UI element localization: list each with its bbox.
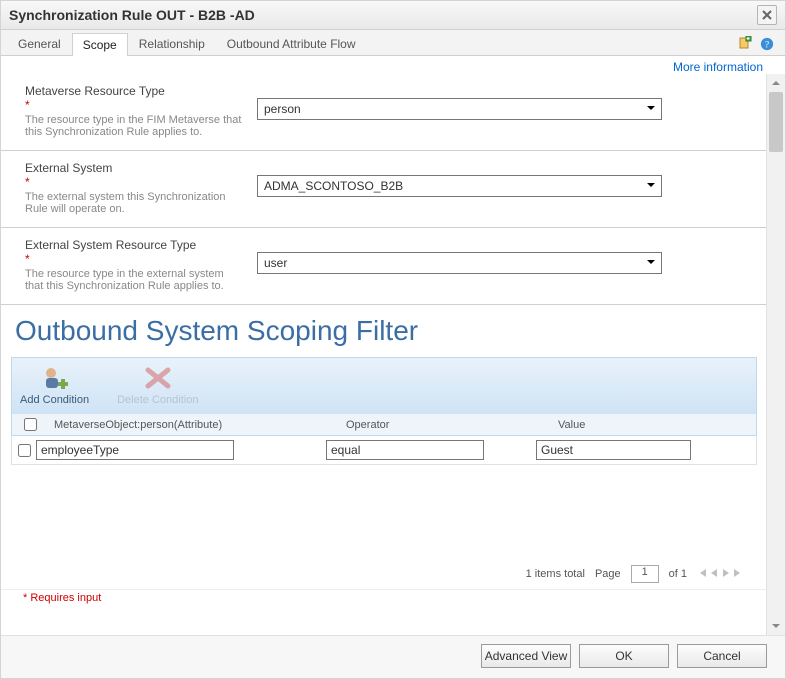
field-label: External System bbox=[25, 161, 245, 175]
required-marker: * bbox=[25, 175, 245, 189]
delete-condition-label: Delete Condition bbox=[117, 394, 198, 406]
column-value: Value bbox=[552, 415, 744, 435]
row-checkbox[interactable] bbox=[18, 444, 31, 457]
condition-header-row: MetaverseObject:person(Attribute) Operat… bbox=[11, 414, 757, 436]
tab-outbound-attribute-flow[interactable]: Outbound Attribute Flow bbox=[216, 32, 367, 55]
operator-select[interactable]: equal bbox=[326, 440, 484, 460]
field-description: The resource type in the external system… bbox=[25, 268, 245, 292]
select-value: user bbox=[264, 256, 287, 270]
save-template-icon[interactable] bbox=[737, 36, 753, 52]
attribute-select[interactable]: employeeType bbox=[36, 440, 234, 460]
dialog-window: Synchronization Rule OUT - B2B -AD Gener… bbox=[0, 0, 786, 679]
advanced-view-button[interactable]: Advanced View bbox=[481, 644, 571, 668]
page-number-input[interactable]: 1 bbox=[631, 565, 659, 583]
select-value: ADMA_SCONTOSO_B2B bbox=[264, 179, 403, 193]
field-label: Metaverse Resource Type bbox=[25, 84, 245, 98]
cancel-button[interactable]: Cancel bbox=[677, 644, 767, 668]
add-condition-label: Add Condition bbox=[20, 394, 89, 406]
value-input[interactable]: Guest bbox=[536, 440, 691, 460]
scroll-area: Metaverse Resource Type * The resource t… bbox=[1, 74, 767, 635]
svg-text:?: ? bbox=[765, 39, 769, 50]
close-icon bbox=[762, 10, 772, 20]
required-marker: * bbox=[25, 98, 245, 112]
pager-next-icon[interactable] bbox=[721, 568, 731, 581]
pager-prev-icon[interactable] bbox=[709, 568, 719, 581]
more-info-row: More information bbox=[1, 56, 785, 74]
scoping-filter-panel: Add Condition Delete Condition Metaverse… bbox=[11, 357, 757, 583]
select-all-checkbox[interactable] bbox=[24, 418, 37, 431]
scroll-up-icon[interactable] bbox=[767, 74, 785, 92]
field-external-system-resource-type: External System Resource Type * The reso… bbox=[1, 228, 767, 305]
chevron-down-icon bbox=[643, 179, 659, 193]
pager: 1 items total Page 1 of 1 bbox=[25, 565, 743, 583]
required-marker: * bbox=[25, 252, 245, 266]
pager-last-icon[interactable] bbox=[733, 568, 743, 581]
page-label: Page bbox=[595, 568, 621, 580]
field-description: The external system this Synchronization… bbox=[25, 191, 245, 215]
chevron-down-icon bbox=[643, 102, 659, 116]
chevron-down-icon bbox=[643, 256, 659, 270]
add-condition-button[interactable]: Add Condition bbox=[20, 364, 89, 406]
column-attribute: MetaverseObject:person(Attribute) bbox=[48, 415, 340, 435]
titlebar: Synchronization Rule OUT - B2B -AD bbox=[1, 1, 785, 30]
field-description: The resource type in the FIM Metaverse t… bbox=[25, 114, 245, 138]
help-icon[interactable]: ? bbox=[759, 36, 775, 52]
add-condition-icon bbox=[41, 364, 69, 392]
tab-scope[interactable]: Scope bbox=[72, 33, 128, 56]
external-system-select[interactable]: ADMA_SCONTOSO_B2B bbox=[257, 175, 662, 197]
vertical-scrollbar[interactable] bbox=[766, 74, 785, 635]
ok-button[interactable]: OK bbox=[579, 644, 669, 668]
select-value: person bbox=[264, 102, 301, 116]
condition-row: employeeType equal Guest bbox=[11, 436, 757, 465]
scroll-thumb[interactable] bbox=[769, 92, 783, 152]
scroll-track[interactable] bbox=[767, 92, 785, 617]
pager-first-icon[interactable] bbox=[697, 568, 707, 581]
tab-general[interactable]: General bbox=[7, 32, 72, 55]
scoping-filter-header: Outbound System Scoping Filter bbox=[1, 305, 767, 357]
delete-condition-button: Delete Condition bbox=[117, 364, 198, 406]
select-value: employeeType bbox=[41, 443, 119, 457]
field-external-system: External System * The external system th… bbox=[1, 151, 767, 228]
items-total-label: 1 items total bbox=[526, 568, 585, 580]
page-of-label: of 1 bbox=[669, 568, 687, 580]
scroll-down-icon[interactable] bbox=[767, 617, 785, 635]
external-system-resource-type-select[interactable]: user bbox=[257, 252, 662, 274]
column-operator: Operator bbox=[340, 415, 552, 435]
dialog-footer: Advanced View OK Cancel bbox=[1, 635, 785, 678]
select-value: equal bbox=[331, 443, 360, 457]
more-information-link[interactable]: More information bbox=[673, 60, 763, 74]
field-label: External System Resource Type bbox=[25, 238, 245, 252]
metaverse-resource-type-select[interactable]: person bbox=[257, 98, 662, 120]
filter-toolbar: Add Condition Delete Condition bbox=[11, 357, 757, 414]
tab-relationship[interactable]: Relationship bbox=[128, 32, 216, 55]
field-metaverse-resource-type: Metaverse Resource Type * The resource t… bbox=[1, 74, 767, 151]
requires-input-note: * Requires input bbox=[1, 589, 767, 610]
delete-condition-icon bbox=[144, 364, 172, 392]
value-text: Guest bbox=[541, 443, 573, 457]
window-title: Synchronization Rule OUT - B2B -AD bbox=[9, 7, 255, 23]
tab-bar: General Scope Relationship Outbound Attr… bbox=[1, 30, 785, 56]
close-button[interactable] bbox=[757, 5, 777, 25]
